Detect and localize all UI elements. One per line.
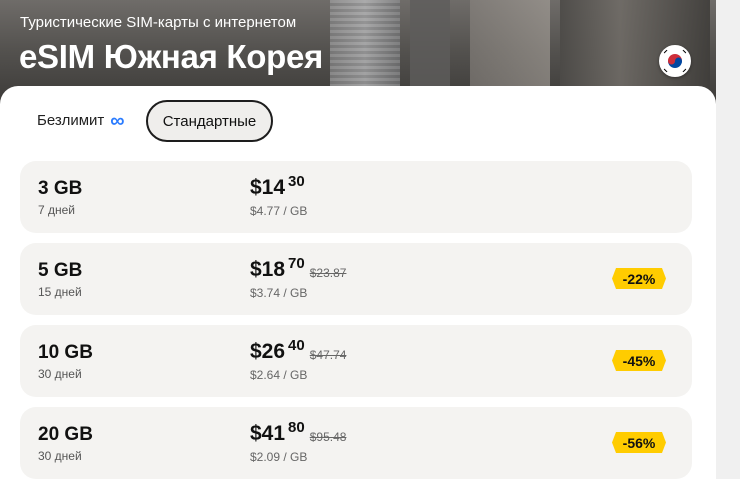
plan-price-main: $18 bbox=[250, 258, 286, 281]
page-side-strip bbox=[716, 0, 740, 479]
plan-price: $14 30 bbox=[250, 173, 305, 200]
discount-badge: -56% bbox=[612, 432, 666, 453]
plan-price-cents: 30 bbox=[288, 173, 305, 190]
plan-price-cents: 80 bbox=[288, 419, 305, 436]
plan-price-cents: 40 bbox=[288, 337, 305, 354]
south-korea-flag-icon bbox=[659, 45, 691, 77]
plan-price-per-gb: $4.77 / GB bbox=[250, 204, 308, 218]
plan-row[interactable]: 3 GB 7 дней $14 30 $4.77 / GB bbox=[20, 161, 692, 233]
plan-data-amount: 3 GB bbox=[38, 178, 83, 199]
tab-unlimited-label: Безлимит bbox=[37, 112, 105, 129]
plan-data-amount: 20 GB bbox=[38, 424, 93, 445]
plan-old-price: $23.87 bbox=[309, 266, 347, 280]
plan-duration: 30 дней bbox=[38, 449, 82, 463]
plan-price-per-gb: $2.64 / GB bbox=[250, 368, 308, 382]
plan-data-amount: 10 GB bbox=[38, 342, 93, 363]
tab-standard-label: Стандартные bbox=[162, 112, 257, 130]
discount-badge: -22% bbox=[612, 268, 666, 289]
plan-price-cents: 70 bbox=[288, 255, 305, 272]
plan-duration: 30 дней bbox=[38, 367, 82, 381]
hero-subtitle: Туристические SIM-карты с интернетом bbox=[20, 14, 297, 31]
plan-row[interactable]: 20 GB 30 дней $41 80 $95.48 $2.09 / GB -… bbox=[20, 407, 692, 479]
plan-price: $26 40 $47.74 bbox=[250, 337, 347, 364]
plan-row[interactable]: 10 GB 30 дней $26 40 $47.74 $2.64 / GB -… bbox=[20, 325, 692, 397]
plan-old-price: $95.48 bbox=[309, 430, 347, 444]
plan-price-main: $41 bbox=[250, 422, 286, 445]
plan-price: $18 70 $23.87 bbox=[250, 255, 347, 282]
page-title: eSIM Южная Корея bbox=[19, 38, 323, 75]
plan-duration: 7 дней bbox=[38, 203, 76, 217]
plan-old-price: $47.74 bbox=[309, 348, 347, 362]
plan-duration: 15 дней bbox=[38, 285, 82, 299]
tab-unlimited[interactable]: Безлимит ∞ bbox=[37, 109, 125, 132]
plan-price-per-gb: $2.09 / GB bbox=[250, 450, 308, 464]
plan-row[interactable]: 5 GB 15 дней $18 70 $23.87 $3.74 / GB -2… bbox=[20, 243, 692, 315]
plan-data-amount: 5 GB bbox=[38, 260, 83, 281]
discount-badge: -45% bbox=[612, 350, 666, 371]
tab-standard[interactable]: Стандартные bbox=[146, 100, 273, 142]
plan-price-main: $14 bbox=[250, 176, 286, 199]
plan-price-main: $26 bbox=[250, 340, 286, 363]
infinity-icon: ∞ bbox=[110, 109, 125, 132]
plan-price: $41 80 $95.48 bbox=[250, 419, 347, 446]
plan-price-per-gb: $3.74 / GB bbox=[250, 286, 308, 300]
